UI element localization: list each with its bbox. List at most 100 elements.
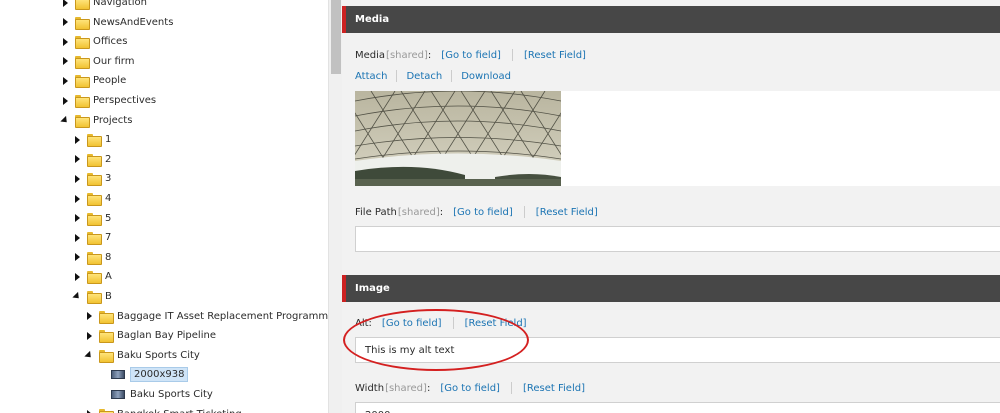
collapse-arrow-icon[interactable]: [61, 56, 69, 66]
collapse-arrow-icon[interactable]: [85, 331, 93, 341]
collapse-arrow-icon[interactable]: [61, 76, 69, 86]
tree-node[interactable]: Offices: [61, 32, 127, 51]
collapse-arrow-icon[interactable]: [73, 174, 81, 184]
stadium-roof-image: [355, 91, 561, 186]
tree-node-label: 3: [105, 173, 112, 185]
folder-icon: [75, 55, 90, 69]
tree-node-label: Offices: [93, 36, 128, 48]
image-section-title: Image: [355, 283, 390, 294]
collapse-arrow-icon[interactable]: [61, 0, 69, 8]
file-path-label-row: File Path [shared] : [Go to field] [Rese…: [355, 206, 598, 218]
tree-node[interactable]: Our firm: [61, 52, 134, 71]
alt-text-input[interactable]: This is my alt text: [355, 337, 1000, 363]
width-go-to-field-link[interactable]: [Go to field]: [440, 383, 500, 394]
collapse-arrow-icon[interactable]: [85, 409, 93, 413]
file-path-input[interactable]: [355, 226, 1000, 252]
collapse-arrow-icon[interactable]: [85, 311, 93, 321]
folder-icon: [87, 134, 102, 148]
tree-node[interactable]: Navigation: [61, 0, 147, 12]
media-reset-field-link[interactable]: [Reset Field]: [524, 50, 586, 61]
media-field-label: Media: [355, 49, 386, 61]
tree-node[interactable]: Perspectives: [61, 91, 156, 110]
tree-node[interactable]: Baglan Bay Pipeline: [85, 326, 216, 345]
alt-label-row: Alt : [Go to field] [Reset Field]: [355, 317, 527, 329]
media-go-to-field-link[interactable]: [Go to field]: [441, 50, 501, 61]
tree-scrollbar[interactable]: [328, 0, 342, 413]
tree-node[interactable]: 2: [73, 150, 111, 169]
folder-icon: [87, 212, 102, 226]
file-path-reset-field-link[interactable]: [Reset Field]: [536, 207, 598, 218]
image-section-header[interactable]: Image: [342, 275, 1000, 302]
tree-node-label: 7: [105, 232, 112, 244]
tree-node[interactable]: People: [61, 71, 126, 90]
content-tree: Navigation NewsAndEvents Offices Our firm Pe…: [0, 0, 328, 413]
width-label: Width: [355, 382, 385, 394]
file-path-colon: :: [439, 206, 444, 218]
collapse-arrow-icon[interactable]: [73, 135, 81, 145]
attach-button[interactable]: Attach: [355, 71, 387, 82]
tree-node-label: A: [105, 271, 112, 283]
tree-node[interactable]: B: [73, 287, 112, 306]
image-icon: [111, 390, 125, 399]
detach-button[interactable]: Detach: [406, 71, 442, 82]
tree-node-label: Bangkok Smart Ticketing: [117, 409, 242, 413]
width-input[interactable]: 2000: [355, 402, 1000, 413]
media-section-header[interactable]: Media: [342, 6, 1000, 33]
alt-colon: :: [368, 317, 372, 329]
tree-node[interactable]: Baku Sports City: [85, 346, 200, 365]
expand-arrow-icon[interactable]: [73, 292, 81, 302]
tree-node[interactable]: Baggage IT Asset Replacement Programme H…: [85, 307, 328, 326]
collapse-arrow-icon[interactable]: [61, 17, 69, 27]
collapse-arrow-icon[interactable]: [73, 213, 81, 223]
item-editor: Media Media [shared] : [Go to field] [Re…: [342, 0, 1000, 413]
file-path-go-to-field-link[interactable]: [Go to field]: [453, 207, 513, 218]
tree-node[interactable]: 3: [73, 169, 111, 188]
collapse-arrow-icon[interactable]: [73, 233, 81, 243]
alt-reset-field-link[interactable]: [Reset Field]: [465, 318, 527, 329]
folder-icon: [87, 291, 102, 304]
tree-node-label: 8: [105, 251, 112, 263]
folder-icon: [87, 193, 102, 206]
collapse-arrow-icon[interactable]: [61, 37, 69, 47]
collapse-arrow-icon[interactable]: [73, 194, 81, 204]
divider: [523, 206, 525, 218]
tree-node[interactable]: Bangkok Smart Ticketing: [85, 405, 242, 413]
collapse-arrow-icon[interactable]: [61, 96, 69, 106]
folder-icon: [75, 0, 90, 10]
alt-go-to-field-link[interactable]: [Go to field]: [382, 318, 442, 329]
tree-node[interactable]: 1: [73, 130, 111, 149]
folder-icon: [87, 153, 102, 167]
folder-icon: [75, 36, 90, 50]
width-reset-field-link[interactable]: [Reset Field]: [523, 383, 585, 394]
folder-icon: [99, 310, 114, 324]
divider: [452, 317, 454, 329]
tree-node[interactable]: 7: [73, 228, 111, 247]
tree-node[interactable]: 2000x938: [111, 365, 189, 384]
tree-node[interactable]: 4: [73, 189, 111, 208]
tree-node[interactable]: Projects: [61, 111, 132, 130]
media-colon: :: [427, 49, 432, 61]
collapse-arrow-icon[interactable]: [73, 252, 81, 262]
tree-node[interactable]: NewsAndEvents: [61, 13, 173, 32]
media-thumbnail[interactable]: [355, 91, 561, 186]
tree-node-label: 2000x938: [130, 367, 189, 383]
folder-icon: [99, 330, 114, 344]
tree-node[interactable]: Baku Sports City: [111, 385, 213, 404]
alt-label: Alt: [355, 317, 369, 329]
tree-scrollbar-thumb[interactable]: [331, 0, 341, 74]
folder-icon: [75, 95, 90, 108]
download-button[interactable]: Download: [461, 71, 511, 82]
width-colon: :: [426, 382, 431, 394]
tree-node[interactable]: 8: [73, 248, 111, 267]
divider: [451, 70, 453, 82]
tree-node[interactable]: 5: [73, 209, 111, 228]
tree-node-label: B: [105, 291, 112, 302]
folder-icon: [87, 271, 102, 285]
collapse-arrow-icon[interactable]: [73, 154, 81, 164]
collapse-arrow-icon[interactable]: [73, 272, 81, 282]
expand-arrow-icon[interactable]: [61, 115, 69, 125]
tree-node[interactable]: A: [73, 267, 112, 286]
expand-arrow-icon[interactable]: [85, 350, 93, 360]
media-section-title: Media: [355, 14, 390, 25]
divider: [510, 382, 512, 394]
